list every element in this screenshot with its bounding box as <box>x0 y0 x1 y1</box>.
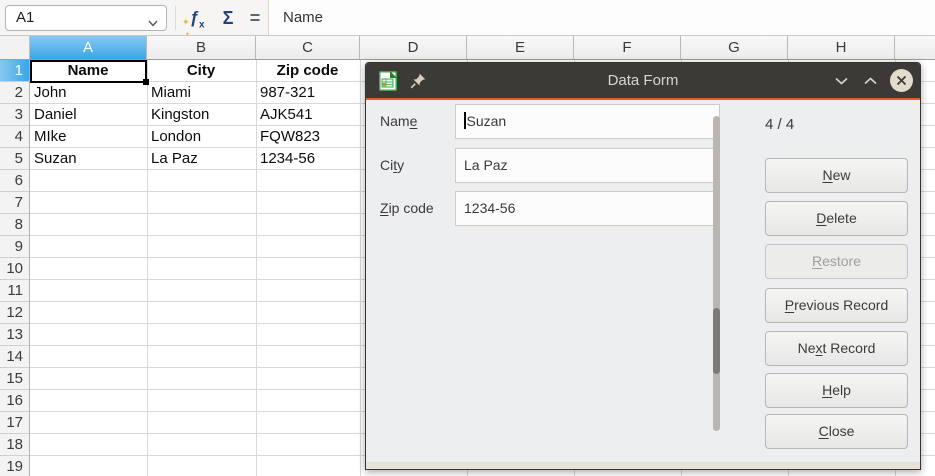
name-box[interactable]: A1 <box>5 5 167 31</box>
dialog-content: Name Suzan City La Paz Zip code 1234-56 … <box>366 100 920 469</box>
cell-A5[interactable]: Suzan <box>30 148 146 170</box>
help-button[interactable]: Help <box>765 373 908 408</box>
column-header-A[interactable]: A <box>30 36 147 59</box>
new-button[interactable]: New <box>765 158 908 193</box>
delete-button[interactable]: Delete <box>765 201 908 236</box>
row-header-1[interactable]: 1 <box>0 60 29 82</box>
row-header-11[interactable]: 11 <box>0 280 29 302</box>
zipcode-field-label: Zip code <box>380 191 452 226</box>
row-header-14[interactable]: 14 <box>0 346 29 368</box>
text-caret <box>464 112 466 129</box>
row-header-15[interactable]: 15 <box>0 368 29 390</box>
city-field-label: City <box>380 148 452 183</box>
previous-record-button[interactable]: Previous Record <box>765 288 908 323</box>
column-headers: ABCDEFGH <box>0 36 935 60</box>
formula-bar: A1 ✦ ✦ ƒx Σ = Name <box>0 0 935 36</box>
cell-C4[interactable]: FQW823 <box>256 126 359 148</box>
column-header-B[interactable]: B <box>147 36 256 59</box>
separator <box>175 6 176 30</box>
dialog-bottom-strip <box>366 462 920 469</box>
select-all-corner[interactable] <box>0 36 30 59</box>
cell-B4[interactable]: London <box>147 126 255 148</box>
titlebar-controls <box>832 69 920 92</box>
cell-reference: A1 <box>16 9 34 26</box>
column-header-partial[interactable] <box>895 36 935 59</box>
row-header-18[interactable]: 18 <box>0 434 29 456</box>
row-header-12[interactable]: 12 <box>0 302 29 324</box>
row-header-3[interactable]: 3 <box>0 104 29 126</box>
formula-input[interactable]: Name <box>268 0 935 35</box>
row-header-9[interactable]: 9 <box>0 236 29 258</box>
close-button[interactable]: Close <box>765 414 908 449</box>
column-header-G[interactable]: G <box>681 36 788 59</box>
cell-A4[interactable]: MIke <box>30 126 146 148</box>
cell-A1[interactable]: Name <box>30 60 146 82</box>
chevron-down-icon[interactable] <box>148 11 158 35</box>
next-record-button[interactable]: Next Record <box>765 331 908 366</box>
row-header-13[interactable]: 13 <box>0 324 29 346</box>
sparkle-icon: ✦ <box>185 17 190 53</box>
cell-C2[interactable]: 987-321 <box>256 82 359 104</box>
row-header-5[interactable]: 5 <box>0 148 29 170</box>
sum-icon[interactable]: Σ <box>214 0 242 36</box>
city-field[interactable]: La Paz <box>455 148 720 183</box>
row-headers: 12345678910111213141516171819 <box>0 60 30 476</box>
roll-down-icon[interactable] <box>832 72 850 90</box>
libreoffice-calc-window: A1 ✦ ✦ ƒx Σ = Name ABCDEFGH 123456789101… <box>0 0 935 476</box>
grid-line <box>360 60 361 476</box>
column-header-H[interactable]: H <box>788 36 895 59</box>
cell-B3[interactable]: Kingston <box>147 104 255 126</box>
cell-B2[interactable]: Miami <box>147 82 255 104</box>
cell-B5[interactable]: La Paz <box>147 148 255 170</box>
function-wizard-icon[interactable]: ✦ ✦ ƒx <box>182 0 212 36</box>
name-field[interactable]: Suzan <box>455 104 720 139</box>
column-header-E[interactable]: E <box>467 36 574 59</box>
dialog-titlebar[interactable]: Data Form <box>366 63 920 98</box>
row-header-6[interactable]: 6 <box>0 170 29 192</box>
row-header-2[interactable]: 2 <box>0 82 29 104</box>
row-header-8[interactable]: 8 <box>0 214 29 236</box>
cell-A3[interactable]: Daniel <box>30 104 146 126</box>
equals-icon[interactable]: = <box>244 0 266 36</box>
column-header-C[interactable]: C <box>256 36 360 59</box>
cell-A2[interactable]: John <box>30 82 146 104</box>
column-header-F[interactable]: F <box>574 36 681 59</box>
zipcode-field[interactable]: 1234-56 <box>455 191 720 226</box>
row-header-19[interactable]: 19 <box>0 456 29 476</box>
roll-up-icon[interactable] <box>861 72 879 90</box>
cell-C5[interactable]: 1234-56 <box>256 148 359 170</box>
row-header-10[interactable]: 10 <box>0 258 29 280</box>
row-header-16[interactable]: 16 <box>0 390 29 412</box>
data-form-dialog: Data Form Name Suzan City La <box>365 62 921 470</box>
row-header-17[interactable]: 17 <box>0 412 29 434</box>
cell-C3[interactable]: AJK541 <box>256 104 359 126</box>
scrollbar-thumb[interactable] <box>713 308 720 374</box>
cell-B1[interactable]: City <box>147 60 255 82</box>
restore-button[interactable]: Restore <box>765 244 908 279</box>
row-header-7[interactable]: 7 <box>0 192 29 214</box>
cell-C1[interactable]: Zip code <box>256 60 359 82</box>
row-header-4[interactable]: 4 <box>0 126 29 148</box>
dialog-scrollbar[interactable] <box>713 116 720 431</box>
record-counter: 4 / 4 <box>765 116 794 133</box>
name-field-label: Name <box>380 104 452 139</box>
close-icon[interactable] <box>890 69 913 92</box>
column-header-D[interactable]: D <box>360 36 467 59</box>
